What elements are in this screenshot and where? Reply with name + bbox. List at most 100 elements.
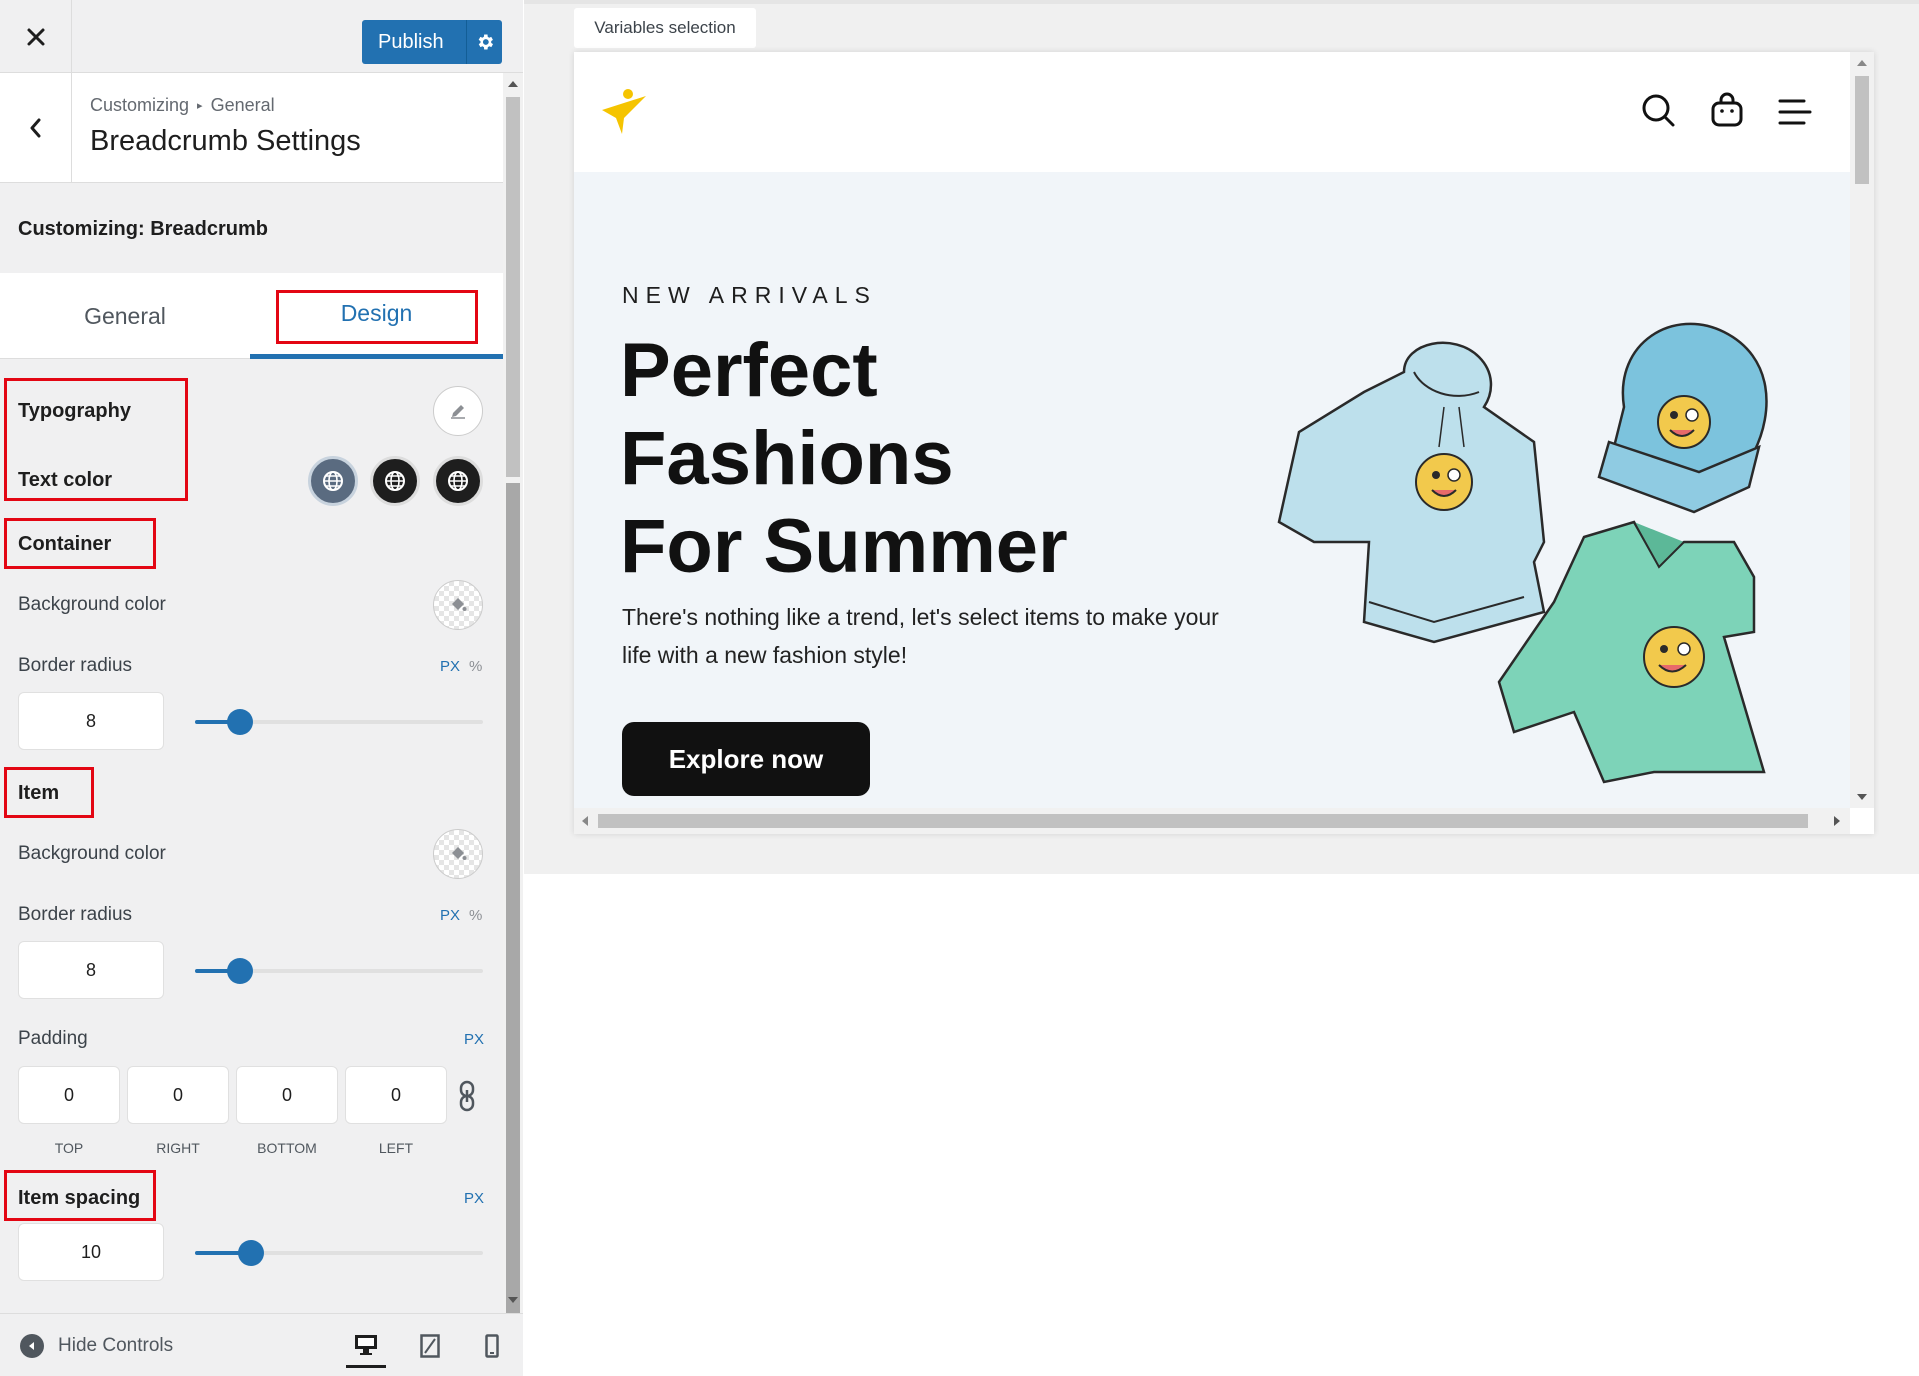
hero-description: There's nothing like a trend, let's sele… [622, 604, 1219, 668]
text-color-swatch-1[interactable] [308, 456, 358, 506]
item-unit-px[interactable]: PX [440, 907, 460, 924]
typography-edit-button[interactable] [433, 386, 483, 436]
slider-handle[interactable] [238, 1240, 264, 1266]
scroll-up-icon[interactable] [1857, 60, 1867, 66]
back-button[interactable] [0, 73, 72, 183]
publish-button-label: Publish [378, 30, 444, 53]
scroll-right-icon[interactable] [1834, 816, 1840, 826]
slider-handle[interactable] [227, 709, 253, 735]
container-border-radius-input[interactable]: 8 [18, 692, 164, 750]
text-color-swatch-3[interactable] [433, 456, 483, 506]
globe-icon [323, 471, 343, 491]
item-padding-label: Padding [18, 1028, 88, 1049]
hero-title: Perfect Fashions For Summer [620, 327, 1220, 591]
tab-general[interactable]: General [0, 273, 250, 359]
container-unit-percent[interactable]: % [469, 658, 482, 675]
hide-controls-label: Hide Controls [58, 1335, 174, 1356]
customizer-sidebar: Publish Customizing ▸ General Breadcrumb S… [0, 0, 523, 1376]
search-icon [1642, 94, 1675, 127]
clothing-illustration [1277, 322, 1768, 784]
beanie-image [1597, 322, 1768, 514]
site-header [574, 52, 1850, 172]
header-cart-button[interactable] [1710, 92, 1744, 133]
scroll-down-icon[interactable] [1857, 794, 1867, 800]
item-padding-unit[interactable]: PX [464, 1031, 484, 1048]
section-header: Customizing ▸ General Breadcrumb Settings [0, 73, 503, 183]
tablet-icon [420, 1334, 440, 1358]
sidebar-scroll-area[interactable]: Customizing ▸ General Breadcrumb Settings … [0, 73, 503, 1313]
preview-mobile-button[interactable] [472, 1324, 512, 1368]
padding-bottom-label: BOTTOM [257, 1140, 317, 1156]
padding-right-input[interactable]: 0 [127, 1066, 229, 1124]
container-border-radius-label: Border radius [18, 655, 133, 676]
customizing-label: Customizing: Breadcrumb [18, 218, 269, 240]
scrollbar-thumb[interactable] [506, 483, 520, 1313]
container-border-radius-slider[interactable] [195, 709, 483, 735]
breadcrumb-separator-icon: ▸ [197, 100, 203, 112]
paint-bucket-icon [452, 847, 467, 860]
variables-selection-tab[interactable]: Variables selection [574, 8, 756, 48]
scrollbar-track [506, 97, 520, 477]
customizer-app: Publish Customizing ▸ General Breadcrumb S… [0, 0, 1919, 1376]
tab-design[interactable]: Design [250, 273, 503, 359]
container-bg-color-label: Background color [18, 594, 166, 615]
preview-horizontal-scrollbar[interactable] [574, 808, 1850, 834]
logo-icon [602, 89, 646, 134]
preview-frame[interactable]: NEW ARRIVALS Perfect Fashions For Summer… [574, 52, 1874, 834]
padding-left-label: LEFT [378, 1140, 414, 1156]
container-unit-px[interactable]: PX [440, 658, 460, 675]
breadcrumb: Customizing ▸ General [90, 95, 275, 116]
item-unit-percent[interactable]: % [469, 907, 482, 924]
preview-desktop-button[interactable] [346, 1324, 386, 1368]
item-border-radius-slider[interactable] [195, 958, 483, 984]
pencil-icon [451, 405, 465, 419]
sidebar-scrollbar[interactable] [503, 73, 523, 1313]
padding-top-input[interactable]: 0 [18, 1066, 120, 1124]
publish-button[interactable]: Publish [362, 20, 502, 64]
padding-bottom-input[interactable]: 0 [236, 1066, 338, 1124]
globe-icon [448, 471, 468, 491]
scroll-left-icon[interactable] [582, 816, 588, 826]
link-icon [459, 1080, 475, 1112]
scrollbar-thumb[interactable] [1855, 76, 1869, 184]
hoodie-image [1277, 341, 1546, 644]
gear-icon [478, 34, 493, 50]
chevron-left-icon [30, 118, 40, 138]
header-menu-button[interactable] [1778, 98, 1812, 131]
scrollbar-thumb[interactable] [598, 814, 1808, 828]
hero-eyebrow: NEW ARRIVALS [622, 282, 877, 308]
close-customizer-button[interactable] [0, 0, 72, 73]
publish-settings-button[interactable] [466, 20, 502, 64]
preview-vertical-scrollbar[interactable] [1850, 52, 1874, 808]
hero-title-line-2: Fashions [620, 416, 954, 501]
container-bg-color-picker[interactable] [433, 580, 483, 630]
slider-handle[interactable] [227, 958, 253, 984]
hide-controls-button[interactable]: Hide Controls [20, 1334, 173, 1358]
scroll-down-icon[interactable] [508, 1297, 518, 1303]
site-logo[interactable] [600, 88, 648, 141]
hero-illustration [1254, 312, 1850, 808]
close-icon [27, 28, 44, 45]
item-spacing-input[interactable]: 10 [18, 1223, 164, 1281]
explore-now-button[interactable]: Explore now [622, 722, 870, 796]
hero-title-line-1: Perfect [620, 328, 878, 413]
item-bg-color-picker[interactable] [433, 829, 483, 879]
scroll-up-icon[interactable] [508, 81, 518, 87]
container-heading: Container [18, 533, 112, 555]
item-border-radius-input[interactable]: 8 [18, 941, 164, 999]
item-spacing-unit[interactable]: PX [464, 1190, 484, 1207]
shopping-bag-icon [1711, 92, 1743, 127]
item-spacing-slider[interactable] [195, 1240, 483, 1266]
typography-heading: Typography [18, 400, 131, 422]
desktop-icon [355, 1334, 377, 1355]
breadcrumb-parent: General [210, 95, 275, 115]
paint-bucket-icon [452, 598, 467, 611]
link-values-button[interactable] [456, 1080, 478, 1117]
padding-left-input[interactable]: 0 [345, 1066, 447, 1124]
hero-title-line-3: For Summer [620, 504, 1068, 589]
preview-tablet-button[interactable] [410, 1324, 450, 1368]
header-search-button[interactable] [1640, 92, 1676, 133]
text-color-swatch-2[interactable] [370, 456, 420, 506]
text-color-label: Text color [18, 469, 113, 491]
globe-icon [385, 471, 405, 491]
